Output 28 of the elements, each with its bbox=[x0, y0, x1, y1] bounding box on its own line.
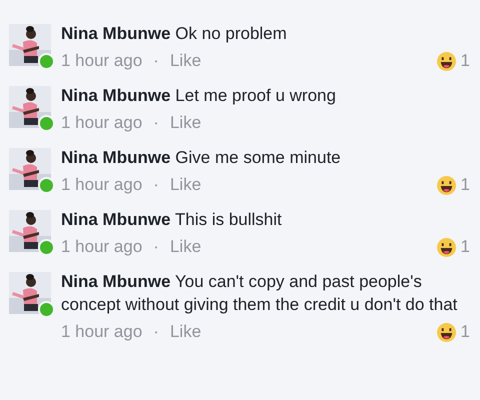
separator-dot: · bbox=[153, 322, 159, 342]
comment-text: Nina Mbunwe Let me proof u wrong bbox=[61, 85, 337, 107]
like-link[interactable]: Like bbox=[170, 175, 202, 195]
reaction-count: 1 bbox=[460, 175, 470, 195]
comment-time: 1 hour ago bbox=[61, 237, 142, 257]
comment-time: 1 hour ago bbox=[61, 113, 142, 133]
separator-dot: · bbox=[153, 237, 159, 257]
comment-text: Nina Mbunwe Give me some minute bbox=[61, 147, 342, 169]
reaction-count: 1 bbox=[460, 237, 470, 257]
separator-dot: · bbox=[153, 175, 159, 195]
laughing-face-icon[interactable] bbox=[436, 322, 456, 342]
comment-text: Nina Mbunwe Ok no problem bbox=[61, 23, 288, 45]
laughing-face-icon[interactable] bbox=[436, 52, 456, 70]
like-link[interactable]: Like bbox=[170, 322, 202, 342]
like-link[interactable]: Like bbox=[170, 51, 202, 71]
separator-dot: · bbox=[153, 51, 159, 71]
comment-text: Nina Mbunwe This is bullshit bbox=[61, 209, 283, 231]
comment-time: 1 hour ago bbox=[61, 322, 142, 342]
like-link[interactable]: Like bbox=[170, 113, 202, 133]
comment-time: 1 hour ago bbox=[61, 51, 142, 71]
laughing-face-icon[interactable] bbox=[436, 238, 456, 256]
reaction-count: 1 bbox=[460, 322, 470, 342]
comment-text: Nina Mbunwe You can't copy and past people's concept without giving them the credit u don't do that bbox=[61, 271, 458, 316]
separator-dot: · bbox=[153, 113, 159, 133]
like-link[interactable]: Like bbox=[170, 237, 202, 257]
reaction-count: 1 bbox=[460, 51, 470, 71]
comment-time: 1 hour ago bbox=[61, 175, 142, 195]
laughing-face-icon[interactable] bbox=[436, 176, 456, 194]
